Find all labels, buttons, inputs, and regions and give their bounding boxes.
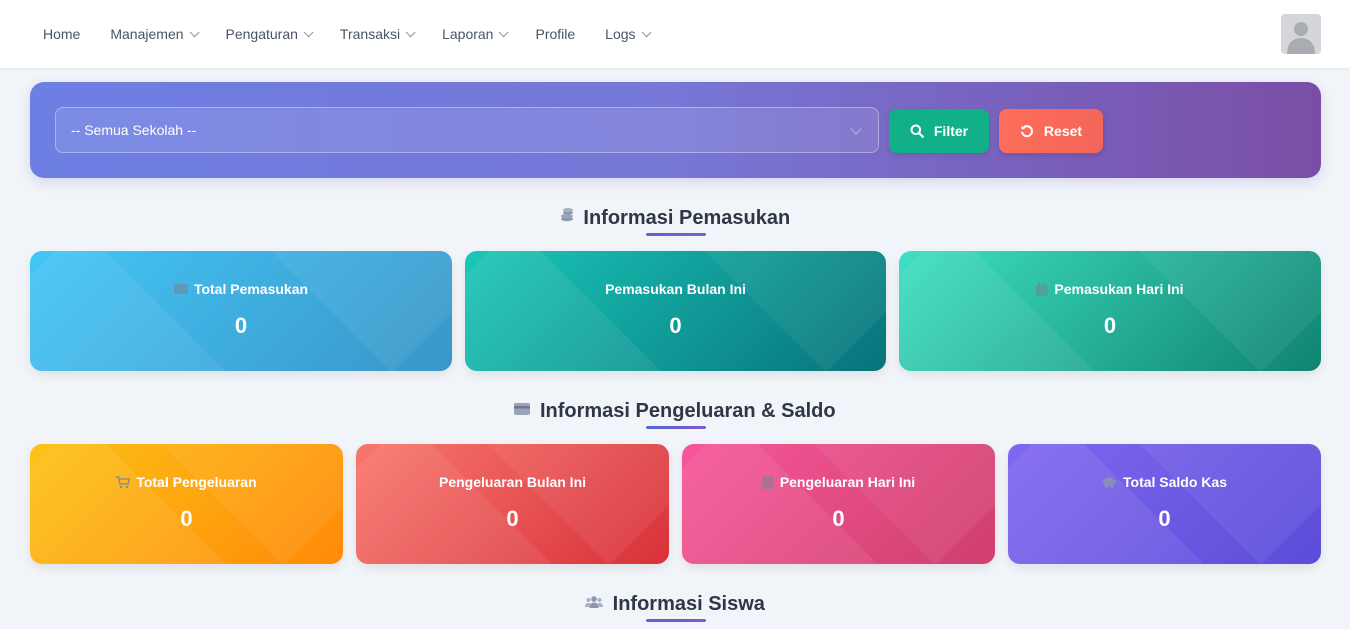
filter-panel: -- Semua Sekolah -- Filter Reset [30,82,1321,178]
card-label: Total Pengeluaran [136,474,257,490]
nav-item-label: Manajemen [110,26,184,42]
nav-item-label: Home [43,26,81,42]
nav-item-pengaturan[interactable]: Pengaturan [211,0,325,68]
card-value: 0 [1158,506,1171,531]
card-label: Pemasukan Bulan Ini [605,281,746,297]
filter-button[interactable]: Filter [889,109,989,153]
section-title-siswa: Informasi Siswa [0,593,1350,616]
piggy-bank-icon [1103,477,1117,488]
section-underline [646,619,706,622]
card-total-pemasukan: Total Pemasukan 0 [30,251,452,371]
card-label: Pengeluaran Bulan Ini [438,474,587,490]
credit-card-icon [514,398,531,421]
section-underline [646,233,706,236]
card-label: Total Saldo Kas [1123,474,1227,490]
card-value: 0 [669,313,682,338]
section-underline [646,426,706,429]
card-total-pengeluaran: Total Pengeluaran 0 [30,444,343,564]
section-title-text: Informasi Pemasukan [583,207,791,229]
nav-item-transaksi[interactable]: Transaksi [325,0,427,68]
chevron-down-icon [641,26,652,37]
reset-button[interactable]: Reset [999,109,1103,153]
undo-icon [1021,125,1033,138]
nav-item-manajemen[interactable]: Manajemen [95,0,210,68]
card-label: Pengeluaran Hari Ini [779,474,916,490]
card-value: 0 [234,313,248,338]
card-total-saldo-kas: Total Saldo Kas 0 [1008,444,1321,564]
card-label: Total Pemasukan [193,281,309,297]
top-navbar: Home Manajemen Pengaturan Transaksi Lapo… [0,0,1350,68]
calendar-icon [761,475,774,489]
nav-item-profile[interactable]: Profile [520,0,590,68]
chevron-down-icon [189,26,200,37]
nav-item-label: Logs [605,26,636,42]
filter-button-label: Filter [933,123,969,139]
chevron-down-icon [405,26,416,37]
chevron-down-icon [499,26,510,37]
users-icon [585,591,604,614]
school-select-value: -- Semua Sekolah -- [71,122,197,138]
nav-item-label: Laporan [442,26,494,42]
reset-button-label: Reset [1043,123,1083,139]
search-icon [910,124,924,138]
card-value: 0 [180,506,193,531]
chevron-down-icon [303,26,314,37]
chevron-down-icon [850,123,862,135]
nav-item-label: Transaksi [339,26,401,42]
section-title-text: Informasi Siswa [612,593,765,615]
card-pemasukan-hari-ini: Pemasukan Hari Ini 0 [899,251,1321,371]
card-label: Pemasukan Hari Ini [1054,281,1184,297]
section-title-text: Informasi Pengeluaran & Saldo [539,400,836,422]
calendar-icon [1036,282,1049,296]
user-avatar[interactable] [1281,14,1321,54]
card-pemasukan-bulan-ini: Pemasukan Bulan Ini 0 [465,251,886,371]
card-pengeluaran-bulan-ini: Pengeluaran Bulan Ini 0 [356,444,669,564]
user-silhouette-icon [1281,14,1321,54]
nav-menu: Home Manajemen Pengaturan Transaksi Lapo… [28,0,663,68]
nav-item-laporan[interactable]: Laporan [427,0,520,68]
card-value: 0 [506,506,519,531]
wallet-icon [173,284,188,294]
nav-item-label: Profile [535,26,576,42]
nav-item-logs[interactable]: Logs [590,0,662,68]
nav-item-label: Pengaturan [225,26,298,42]
section-title-pemasukan: Informasi Pemasukan [0,207,1350,230]
cart-icon [116,475,131,488]
section-title-pengeluaran: Informasi Pengeluaran & Saldo [0,400,1350,423]
school-select[interactable]: -- Semua Sekolah -- [55,107,879,153]
coins-icon [560,205,574,228]
card-pengeluaran-hari-ini: Pengeluaran Hari Ini 0 [682,444,995,564]
card-value: 0 [1103,313,1117,338]
nav-item-home[interactable]: Home [28,0,95,68]
card-value: 0 [832,506,845,531]
